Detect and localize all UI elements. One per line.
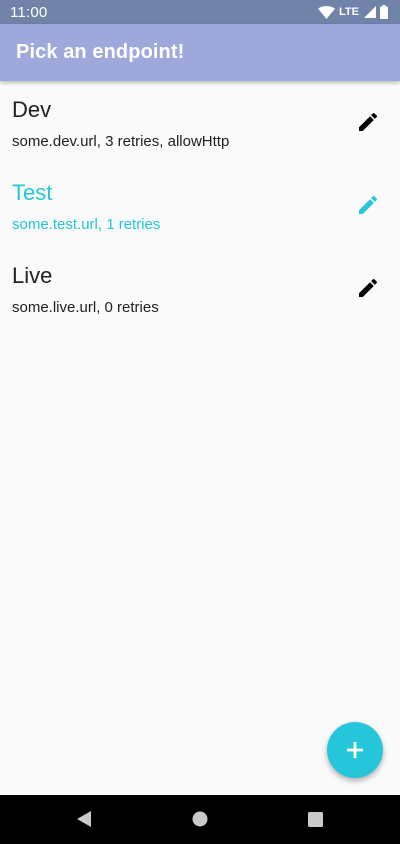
signal-icon <box>364 6 376 18</box>
app-bar: Pick an endpoint! <box>0 24 400 81</box>
back-icon <box>77 811 91 827</box>
endpoint-detail: some.live.url, 0 retries <box>12 299 159 316</box>
endpoint-name: Live <box>12 263 53 288</box>
status-icons: LTE <box>318 5 388 19</box>
endpoint-name: Test <box>12 180 53 205</box>
network-type-label: LTE <box>339 6 359 18</box>
recents-button[interactable] <box>303 807 327 831</box>
edit-button-test[interactable] <box>356 193 380 217</box>
endpoint-detail: some.dev.url, 3 retries, allowHttp <box>12 133 230 150</box>
page-title: Pick an endpoint! <box>16 41 185 63</box>
edit-button-dev[interactable] <box>356 110 380 134</box>
status-bar: 11:00 LTE <box>0 0 400 24</box>
wifi-icon <box>318 5 336 19</box>
battery-icon <box>380 5 388 19</box>
pencil-icon <box>359 278 378 297</box>
navigation-bar <box>0 795 400 844</box>
back-button[interactable] <box>72 807 96 831</box>
endpoint-name: Dev <box>12 97 52 122</box>
pencil-icon <box>359 112 378 131</box>
edit-button-live[interactable] <box>356 276 380 300</box>
endpoint-item-dev[interactable]: Dev some.dev.url, 3 retries, allowHttp <box>0 81 400 164</box>
endpoint-list: Dev some.dev.url, 3 retries, allowHttp T… <box>0 81 400 330</box>
endpoint-detail: some.test.url, 1 retries <box>12 216 161 233</box>
endpoint-item-live[interactable]: Live some.live.url, 0 retries <box>0 247 400 330</box>
endpoint-item-test[interactable]: Test some.test.url, 1 retries <box>0 164 400 247</box>
recents-icon <box>307 811 323 827</box>
pencil-icon <box>359 195 378 214</box>
add-endpoint-button[interactable] <box>327 722 383 778</box>
plus-icon <box>347 742 363 758</box>
status-time: 11:00 <box>10 3 48 21</box>
home-button[interactable] <box>188 807 212 831</box>
home-icon <box>192 811 208 827</box>
